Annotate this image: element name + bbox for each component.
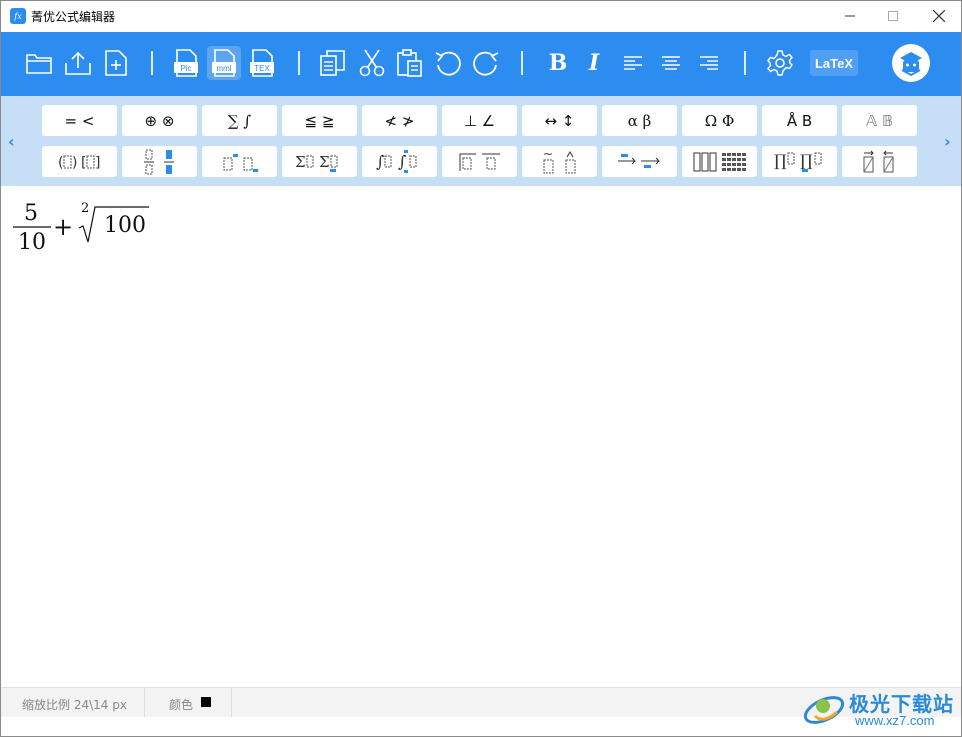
cut-icon[interactable] xyxy=(355,46,389,80)
fraction-denominator: 10 xyxy=(18,230,46,255)
export-icon[interactable] xyxy=(61,46,95,80)
undo-icon[interactable] xyxy=(431,46,465,80)
align-center-icon[interactable] xyxy=(654,46,688,80)
new-file-icon[interactable] xyxy=(99,46,133,80)
maximize-icon xyxy=(888,11,898,21)
svg-text:Pic: Pic xyxy=(180,64,191,73)
toolbar-divider xyxy=(744,51,746,75)
save-pic-icon[interactable]: Pic xyxy=(169,46,203,80)
app-logo-icon: fx xyxy=(10,8,26,24)
italic-label: I xyxy=(588,50,600,76)
palette-inequality-button[interactable]: ≦ ≧ xyxy=(282,105,357,136)
user-avatar-icon[interactable] xyxy=(892,44,930,82)
palette-sum-limits-button[interactable]: ΣΣ xyxy=(282,146,357,177)
palette-integral-limits-button[interactable]: ∫ ∫ xyxy=(362,146,437,177)
svg-text:~: ~ xyxy=(543,149,553,161)
bold-icon[interactable]: B xyxy=(541,46,575,80)
svg-text:Σ: Σ xyxy=(295,153,306,171)
palette-special-letters-button[interactable]: Å B xyxy=(762,105,837,136)
color-label: 颜色 xyxy=(169,698,194,712)
settings-icon[interactable] xyxy=(763,46,797,80)
plus-operator: + xyxy=(53,213,73,241)
palette-geometry-button[interactable]: ⊥ ∠ xyxy=(442,105,517,136)
palette-scripts-button[interactable] xyxy=(202,146,277,177)
palette-brackets-button[interactable]: ()[] xyxy=(42,146,117,177)
fraction-numerator: 5 xyxy=(24,201,38,226)
latex-button[interactable]: LaTeX xyxy=(810,50,858,76)
main-toolbar: Pic mml TEX B I LaTeX xyxy=(1,32,961,96)
align-left-icon[interactable] xyxy=(616,46,650,80)
palette-vector-arrows-button[interactable] xyxy=(842,146,917,177)
italic-icon[interactable]: I xyxy=(577,46,611,80)
svg-text:TEX: TEX xyxy=(254,64,270,73)
window-title: 菁优公式编辑器 xyxy=(31,10,116,24)
open-folder-icon[interactable] xyxy=(22,46,56,80)
copy-icon[interactable] xyxy=(316,46,350,80)
palette-blackboard-button[interactable]: 𝔸 𝔹 xyxy=(842,105,917,136)
palette-negated-relations-button[interactable]: ≮ ≯ xyxy=(362,105,437,136)
zoom-level-label: 缩放比例 24\14 px xyxy=(22,698,127,712)
formula-editor-canvas[interactable]: 5 10 + 2 100 xyxy=(1,186,961,686)
svg-text:∏: ∏ xyxy=(774,151,787,170)
svg-text:(: ( xyxy=(58,155,63,171)
svg-text:∫: ∫ xyxy=(376,152,384,171)
palette-arrows-button[interactable]: ↔ ↕ xyxy=(522,105,597,136)
toolbar-divider xyxy=(298,51,300,75)
svg-text:): ) xyxy=(72,155,77,171)
app-window: fx 菁优公式编辑器 Pic mml TEX B I LaTeX ‹ › = <… xyxy=(0,0,962,737)
save-mml-icon[interactable]: mml xyxy=(207,46,241,80)
formula-expression[interactable]: 5 10 + 2 100 xyxy=(11,198,161,262)
palette-labeled-arrows-button[interactable] xyxy=(602,146,677,177)
palette-prev-icon[interactable]: ‹ xyxy=(8,132,15,151)
bold-label: B xyxy=(548,50,568,76)
save-tex-icon[interactable]: TEX xyxy=(245,46,279,80)
svg-text:mml: mml xyxy=(216,64,231,73)
palette-greek-lower-button[interactable]: α β xyxy=(602,105,677,136)
svg-text:∏: ∏ xyxy=(800,151,813,170)
palette-fraction-button[interactable] xyxy=(122,146,197,177)
site-watermark: 极光下载站 www.xz7.com xyxy=(801,686,961,730)
palette-relations-button[interactable]: = < xyxy=(42,105,117,136)
root-radicand: 100 xyxy=(104,213,146,238)
align-right-icon[interactable] xyxy=(692,46,726,80)
palette-greek-upper-button[interactable]: Ω Φ xyxy=(682,105,757,136)
redo-icon[interactable] xyxy=(469,46,503,80)
toolbar-divider xyxy=(521,51,523,75)
root-index: 2 xyxy=(81,201,89,216)
svg-text:[: [ xyxy=(81,155,86,171)
svg-text:∫: ∫ xyxy=(398,152,406,171)
maximize-button[interactable] xyxy=(870,1,916,31)
symbol-palette: ‹ › = < ⊕ ⊗ ∑ ∫ ≦ ≧ ≮ ≯ ⊥ ∠ ↔ ↕ α β Ω Φ … xyxy=(1,96,961,186)
palette-matrix-button[interactable] xyxy=(682,146,757,177)
palette-operators-button[interactable]: ⊕ ⊗ xyxy=(122,105,197,136)
palette-next-icon[interactable]: › xyxy=(944,132,951,151)
title-bar: fx 菁优公式编辑器 xyxy=(1,1,961,31)
status-divider xyxy=(144,688,145,717)
palette-product-button[interactable]: ∏ ∏ xyxy=(762,146,837,177)
toolbar-divider xyxy=(151,51,153,75)
minimize-button[interactable] xyxy=(827,1,873,31)
minimize-icon xyxy=(845,15,855,17)
svg-text:]: ] xyxy=(95,155,100,171)
palette-accents-button[interactable]: ~ xyxy=(522,146,597,177)
color-swatch[interactable] xyxy=(201,697,211,707)
palette-sum-integral-button[interactable]: ∑ ∫ xyxy=(202,105,277,136)
close-icon xyxy=(933,10,945,22)
status-divider xyxy=(231,688,232,717)
svg-text:Σ: Σ xyxy=(319,153,330,171)
watermark-url: www.xz7.com xyxy=(855,713,935,728)
palette-long-division-button[interactable] xyxy=(442,146,517,177)
watermark-logo-icon xyxy=(803,696,845,724)
close-button[interactable] xyxy=(916,1,962,31)
paste-icon[interactable] xyxy=(393,46,427,80)
